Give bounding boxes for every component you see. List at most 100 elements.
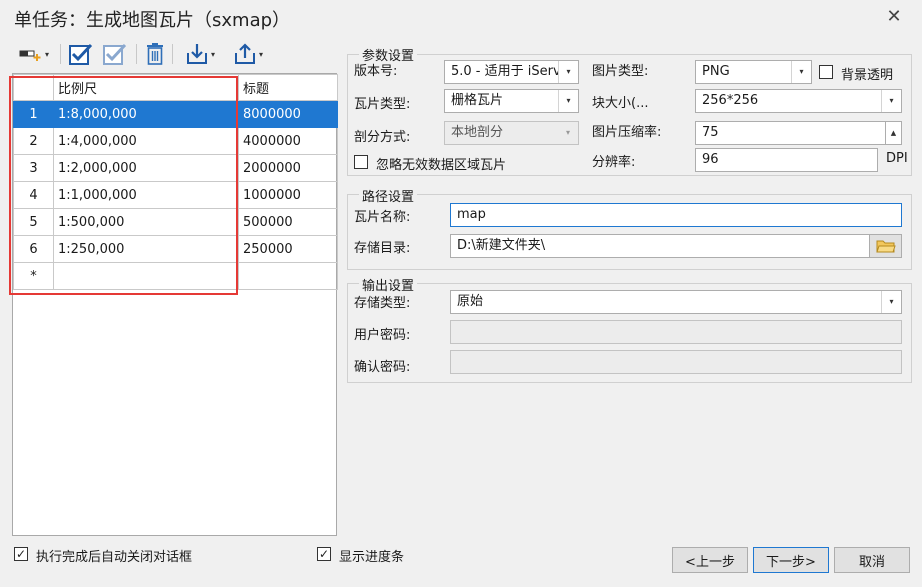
chevron-down-icon[interactable]: ▾ bbox=[558, 90, 578, 112]
storage-type-select[interactable]: 原始 ▾ bbox=[450, 290, 902, 314]
invert-select-button[interactable] bbox=[100, 40, 130, 68]
block-size-label: 块大小(... bbox=[592, 96, 649, 111]
transparent-checkbox[interactable] bbox=[819, 65, 833, 79]
checkbox-checked-icon bbox=[69, 43, 93, 65]
user-password-input bbox=[450, 320, 902, 344]
title-cell[interactable]: 500000 bbox=[238, 208, 338, 236]
dir-value: D:\新建文件夹\ bbox=[457, 238, 546, 253]
folder-open-icon bbox=[875, 240, 896, 253]
split-select: 本地剖分 ▾ bbox=[444, 121, 579, 145]
row-index: 5 bbox=[13, 208, 54, 236]
tile-name-label: 瓦片名称: bbox=[354, 210, 411, 225]
user-password-label: 用户密码: bbox=[354, 328, 411, 343]
scale-column-header[interactable]: 比例尺 bbox=[53, 74, 239, 101]
ignore-invalid-checkbox[interactable] bbox=[354, 155, 368, 169]
ignore-invalid-label: 忽略无效数据区域瓦片 bbox=[376, 158, 507, 173]
tile-kind-label: 瓦片类型: bbox=[354, 97, 411, 112]
tile-kind-value: 栅格瓦片 bbox=[451, 93, 504, 108]
compression-spinner[interactable]: ▲ ▼ bbox=[885, 122, 901, 145]
chevron-down-icon: ▾ bbox=[258, 49, 263, 59]
select-all-button[interactable] bbox=[66, 40, 96, 68]
next-button[interactable]: 下一步> bbox=[753, 547, 829, 573]
scale-cell[interactable]: 1:1,000,000 bbox=[53, 181, 239, 209]
chevron-down-icon[interactable]: ▾ bbox=[881, 291, 901, 313]
auto-close-checkbox[interactable]: ✓ bbox=[14, 547, 28, 561]
resolution-label: 分辨率: bbox=[592, 155, 636, 170]
chevron-down-icon[interactable]: ▾ bbox=[558, 61, 578, 83]
image-type-label: 图片类型: bbox=[592, 64, 649, 79]
version-label: 版本号: bbox=[354, 64, 398, 79]
chevron-down-icon: ▾ bbox=[210, 49, 215, 59]
title-cell[interactable]: 1000000 bbox=[238, 181, 338, 209]
chevron-down-icon[interactable]: ▾ bbox=[881, 90, 901, 112]
scale-cell[interactable]: 1:2,000,000 bbox=[53, 154, 239, 182]
scale-cell[interactable]: 1:500,000 bbox=[53, 208, 239, 236]
tile-kind-select[interactable]: 栅格瓦片 ▾ bbox=[444, 89, 579, 113]
show-progress-label: 显示进度条 bbox=[339, 550, 405, 565]
close-icon[interactable]: ✕ bbox=[884, 6, 904, 27]
resolution-input[interactable]: 96 bbox=[695, 148, 878, 172]
title-cell[interactable]: 250000 bbox=[238, 235, 338, 263]
image-type-select[interactable]: PNG ▾ bbox=[695, 60, 812, 84]
table-row[interactable]: 1 1:8,000,000 8000000 bbox=[13, 100, 338, 128]
scale-cell[interactable]: 1:250,000 bbox=[53, 235, 239, 263]
resolution-value: 96 bbox=[702, 152, 719, 167]
scale-cell[interactable] bbox=[53, 262, 239, 290]
confirm-password-input bbox=[450, 350, 902, 374]
auto-close-label: 执行完成后自动关闭对话框 bbox=[36, 550, 193, 565]
title-cell[interactable]: 8000000 bbox=[238, 100, 338, 128]
trash-icon bbox=[147, 43, 163, 65]
dir-label: 存储目录: bbox=[354, 241, 411, 256]
add-row-icon bbox=[19, 50, 41, 61]
confirm-password-label: 确认密码: bbox=[354, 360, 411, 375]
import-dropdown-button[interactable]: ▾ bbox=[178, 40, 222, 68]
prev-button[interactable]: <上一步 bbox=[672, 547, 748, 573]
new-row[interactable]: * bbox=[13, 262, 338, 290]
resolution-unit: DPI bbox=[886, 151, 908, 166]
cancel-button[interactable]: 取消 bbox=[834, 547, 910, 573]
row-index: 6 bbox=[13, 235, 54, 263]
tile-name-input[interactable]: map bbox=[450, 203, 902, 227]
spin-down-icon[interactable]: ▼ bbox=[886, 144, 901, 145]
compression-input[interactable]: 75 ▲ ▼ bbox=[695, 121, 902, 145]
table-row[interactable]: 3 1:2,000,000 2000000 bbox=[13, 154, 338, 182]
checkbox-partial-icon bbox=[103, 43, 127, 65]
scale-cell[interactable]: 1:4,000,000 bbox=[53, 127, 239, 155]
table-row[interactable]: 4 1:1,000,000 1000000 bbox=[13, 181, 338, 209]
table-row[interactable]: 5 1:500,000 500000 bbox=[13, 208, 338, 236]
chevron-down-icon: ▾ bbox=[44, 49, 49, 59]
title-cell[interactable]: 2000000 bbox=[238, 154, 338, 182]
scale-table[interactable]: 比例尺 标题 1 1:8,000,000 8000000 2 1:4,000,0… bbox=[12, 73, 338, 536]
title-cell[interactable] bbox=[238, 262, 338, 290]
row-index: 1 bbox=[13, 100, 54, 128]
block-size-select[interactable]: 256*256 ▾ bbox=[695, 89, 902, 113]
title-cell[interactable]: 4000000 bbox=[238, 127, 338, 155]
version-select[interactable]: 5.0 - 适用于 iServer ▾ bbox=[444, 60, 579, 84]
export-icon bbox=[234, 43, 255, 64]
new-row-marker: * bbox=[13, 262, 54, 290]
storage-type-label: 存储类型: bbox=[354, 296, 411, 311]
index-column-header bbox=[13, 74, 54, 101]
scale-cell[interactable]: 1:8,000,000 bbox=[53, 100, 239, 128]
split-value: 本地剖分 bbox=[451, 125, 504, 140]
window-title: 单任务：生成地图瓦片（sxmap） bbox=[14, 10, 291, 31]
compression-label: 图片压缩率: bbox=[592, 125, 662, 140]
version-value: 5.0 - 适用于 iServer bbox=[451, 64, 575, 79]
storage-type-value: 原始 bbox=[457, 294, 484, 309]
export-dropdown-button[interactable]: ▾ bbox=[226, 40, 270, 68]
chevron-down-icon[interactable]: ▾ bbox=[791, 61, 811, 83]
delete-button[interactable] bbox=[142, 40, 168, 68]
chevron-down-icon: ▾ bbox=[558, 122, 578, 144]
spin-up-icon[interactable]: ▲ bbox=[886, 122, 901, 144]
browse-folder-button[interactable] bbox=[869, 234, 902, 258]
table-row[interactable]: 2 1:4,000,000 4000000 bbox=[13, 127, 338, 155]
compression-value: 75 bbox=[702, 125, 719, 140]
row-index: 2 bbox=[13, 127, 54, 155]
row-index: 3 bbox=[13, 154, 54, 182]
table-row[interactable]: 6 1:250,000 250000 bbox=[13, 235, 338, 263]
title-column-header[interactable]: 标题 bbox=[238, 74, 338, 101]
dir-input[interactable]: D:\新建文件夹\ bbox=[450, 234, 870, 258]
split-label: 剖分方式: bbox=[354, 130, 411, 145]
show-progress-checkbox[interactable]: ✓ bbox=[317, 547, 331, 561]
add-scale-dropdown-button[interactable]: ▾ bbox=[12, 40, 56, 68]
